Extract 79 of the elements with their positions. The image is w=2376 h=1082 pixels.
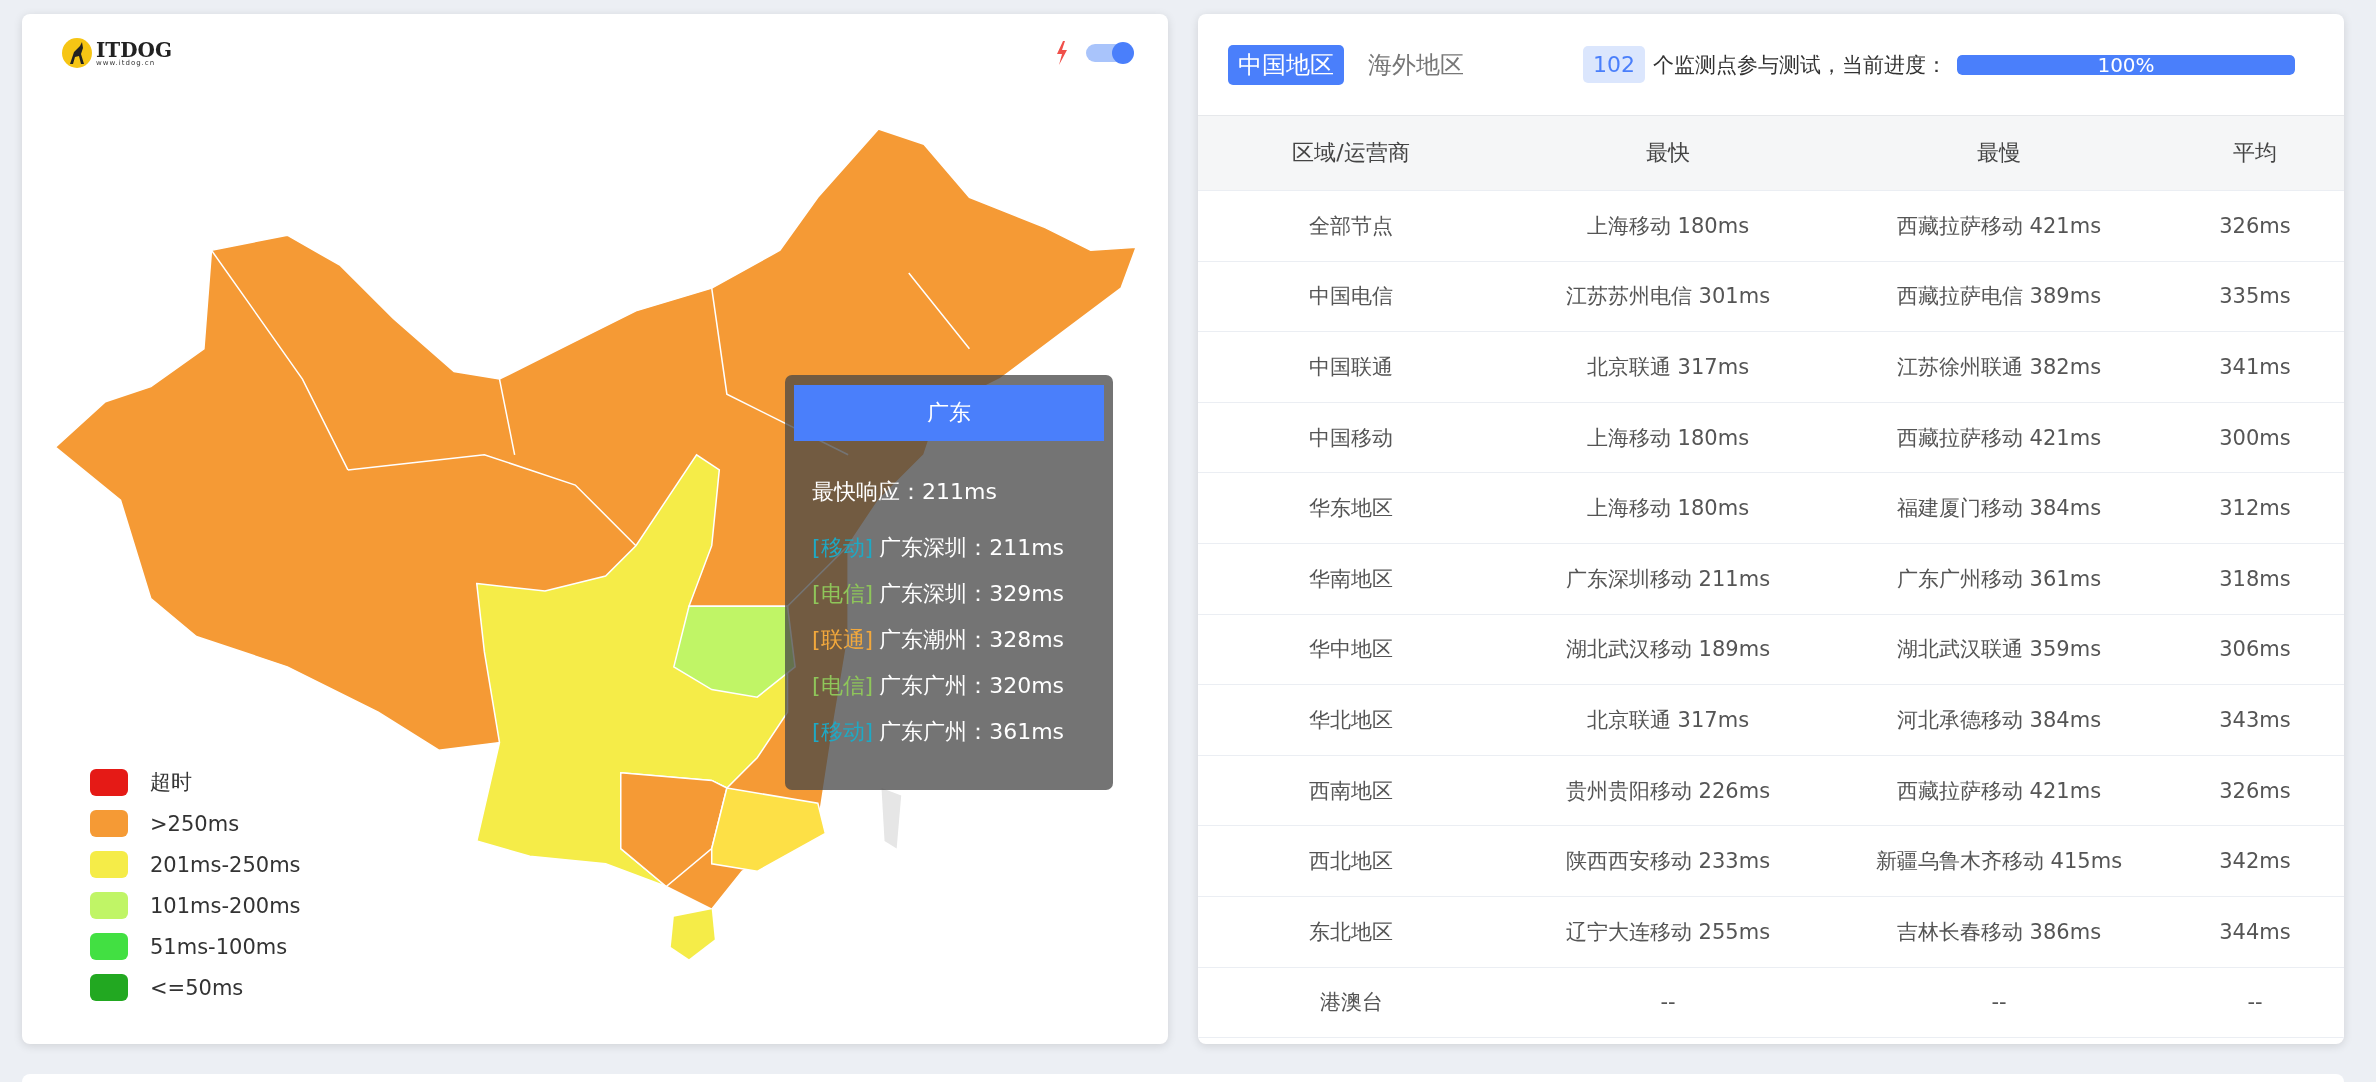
node-latency: 广东深圳：211ms xyxy=(879,534,1065,562)
progress-label: 个监测点参与测试，当前进度： xyxy=(1653,51,1947,79)
table-cell-text: 港澳台 xyxy=(1318,989,1384,1017)
operator-tag: [移动] xyxy=(812,717,874,747)
table-cell-text: 326ms xyxy=(2218,778,2292,803)
table-cell-text: 318ms xyxy=(2218,566,2292,591)
column-header: 最慢 xyxy=(1976,139,2022,167)
legend-label: 51ms-100ms xyxy=(150,934,288,959)
node-latency: 广东深圳：329ms xyxy=(879,580,1065,608)
table-cell-text: 北京联通 317ms xyxy=(1585,706,1751,734)
table-cell-text: -- xyxy=(1990,990,2008,1015)
node-latency: 广东广州：320ms xyxy=(879,672,1065,700)
table-cell-text: 吉林长春移动 386ms xyxy=(1895,918,2103,946)
table-cell-text: 342ms xyxy=(2218,849,2292,874)
table-cell-text: 300ms xyxy=(2218,425,2292,450)
table-cell-text: 上海移动 180ms xyxy=(1585,495,1751,523)
legend-label: 101ms-200ms xyxy=(150,893,301,918)
table-cell-text: 西藏拉萨电信 389ms xyxy=(1895,283,2103,311)
legend-label: 201ms-250ms xyxy=(150,852,301,877)
table-cell-text: -- xyxy=(2246,990,2264,1015)
table-cell-text: 西藏拉萨移动 421ms xyxy=(1895,777,2103,805)
table-cell-text: 335ms xyxy=(2218,284,2292,309)
table-cell-text: 湖北武汉联通 359ms xyxy=(1895,636,2103,664)
table-cell-text: 326ms xyxy=(2218,213,2292,238)
table-cell-text: 上海移动 180ms xyxy=(1585,212,1751,240)
table-cell-text: 华北地区 xyxy=(1308,706,1394,734)
table-cell-text: 湖北武汉移动 189ms xyxy=(1564,636,1772,664)
table-cell-text: 341ms xyxy=(2218,355,2292,379)
table-cell-text: 新疆乌鲁木齐移动 415ms xyxy=(1874,848,2124,876)
table-cell-text: 上海移动 180ms xyxy=(1585,424,1751,452)
table-cell-text: 东北地区 xyxy=(1308,918,1394,946)
table-cell-text: 全部节点 xyxy=(1308,212,1394,240)
node-count: 102 xyxy=(1583,46,1645,83)
table-cell-text: 西藏拉萨移动 421ms xyxy=(1895,424,2103,452)
table-cell-text: 华中地区 xyxy=(1308,636,1394,664)
table-cell-text: 西北地区 xyxy=(1308,848,1394,876)
table-cell-text: 中国联通 xyxy=(1308,354,1394,381)
table-cell-text: 福建厦门移动 384ms xyxy=(1895,495,2103,523)
operator-tag: [电信] xyxy=(812,671,874,701)
table-cell-text: 西藏拉萨移动 421ms xyxy=(1895,212,2103,240)
legend-label: >250ms xyxy=(150,811,240,836)
operator-tag: [联通] xyxy=(812,625,874,655)
table-cell-text: 华南地区 xyxy=(1308,565,1394,593)
table-cell-text: -- xyxy=(1659,990,1677,1015)
node-latency: 广东潮州：328ms xyxy=(879,626,1065,654)
table-cell-text: 广东广州移动 361ms xyxy=(1895,565,2103,593)
operator-tag: [电信] xyxy=(812,579,874,609)
toggle-switch[interactable] xyxy=(1086,44,1132,62)
column-header: 最快 xyxy=(1645,139,1691,167)
table-cell-text: 312ms xyxy=(2218,496,2292,521)
table-cell-text: 344ms xyxy=(2218,919,2292,944)
dog-logo-icon xyxy=(62,38,92,68)
region-tab[interactable]: 中国地区 xyxy=(1228,44,1344,85)
table-cell-text: 江苏徐州联通 382ms xyxy=(1895,354,2103,381)
legend-label: 超时 xyxy=(150,769,192,796)
column-header: 平均 xyxy=(2232,139,2278,167)
lightning-icon xyxy=(1056,41,1068,65)
table-cell-text: 西南地区 xyxy=(1308,777,1394,805)
table-cell-text: 中国移动 xyxy=(1308,424,1394,452)
table-cell-text: 广东深圳移动 211ms xyxy=(1564,565,1772,593)
operator-tag: [移动] xyxy=(812,533,874,563)
table-cell-text: 辽宁大连移动 255ms xyxy=(1564,918,1772,946)
table-cell-text: 河北承德移动 384ms xyxy=(1895,706,2103,734)
node-latency: 广东广州：361ms xyxy=(879,718,1065,746)
tooltip-title: 广东 xyxy=(794,385,1104,441)
table-cell-text: 贵州贵阳移动 226ms xyxy=(1564,777,1772,805)
legend-label: <=50ms xyxy=(150,975,244,1000)
table-cell-text: 江苏苏州电信 301ms xyxy=(1564,283,1772,311)
table-cell-text: 北京联通 317ms xyxy=(1585,354,1751,381)
table-cell-text: 陕西西安移动 233ms xyxy=(1564,848,1772,876)
region-tab[interactable]: 海外地区 xyxy=(1358,44,1474,85)
table-cell-text: 中国电信 xyxy=(1308,283,1394,311)
progress-reading: 100% xyxy=(2096,54,2156,75)
table-cell-text: 华东地区 xyxy=(1308,495,1394,523)
fastest-response: 最快响应：211ms xyxy=(812,478,998,506)
logo-name: ITDOG xyxy=(96,39,173,60)
table-cell-text: 306ms xyxy=(2218,637,2292,662)
table-cell-text: 343ms xyxy=(2218,707,2292,732)
column-header: 区域/运营商 xyxy=(1291,139,1411,167)
